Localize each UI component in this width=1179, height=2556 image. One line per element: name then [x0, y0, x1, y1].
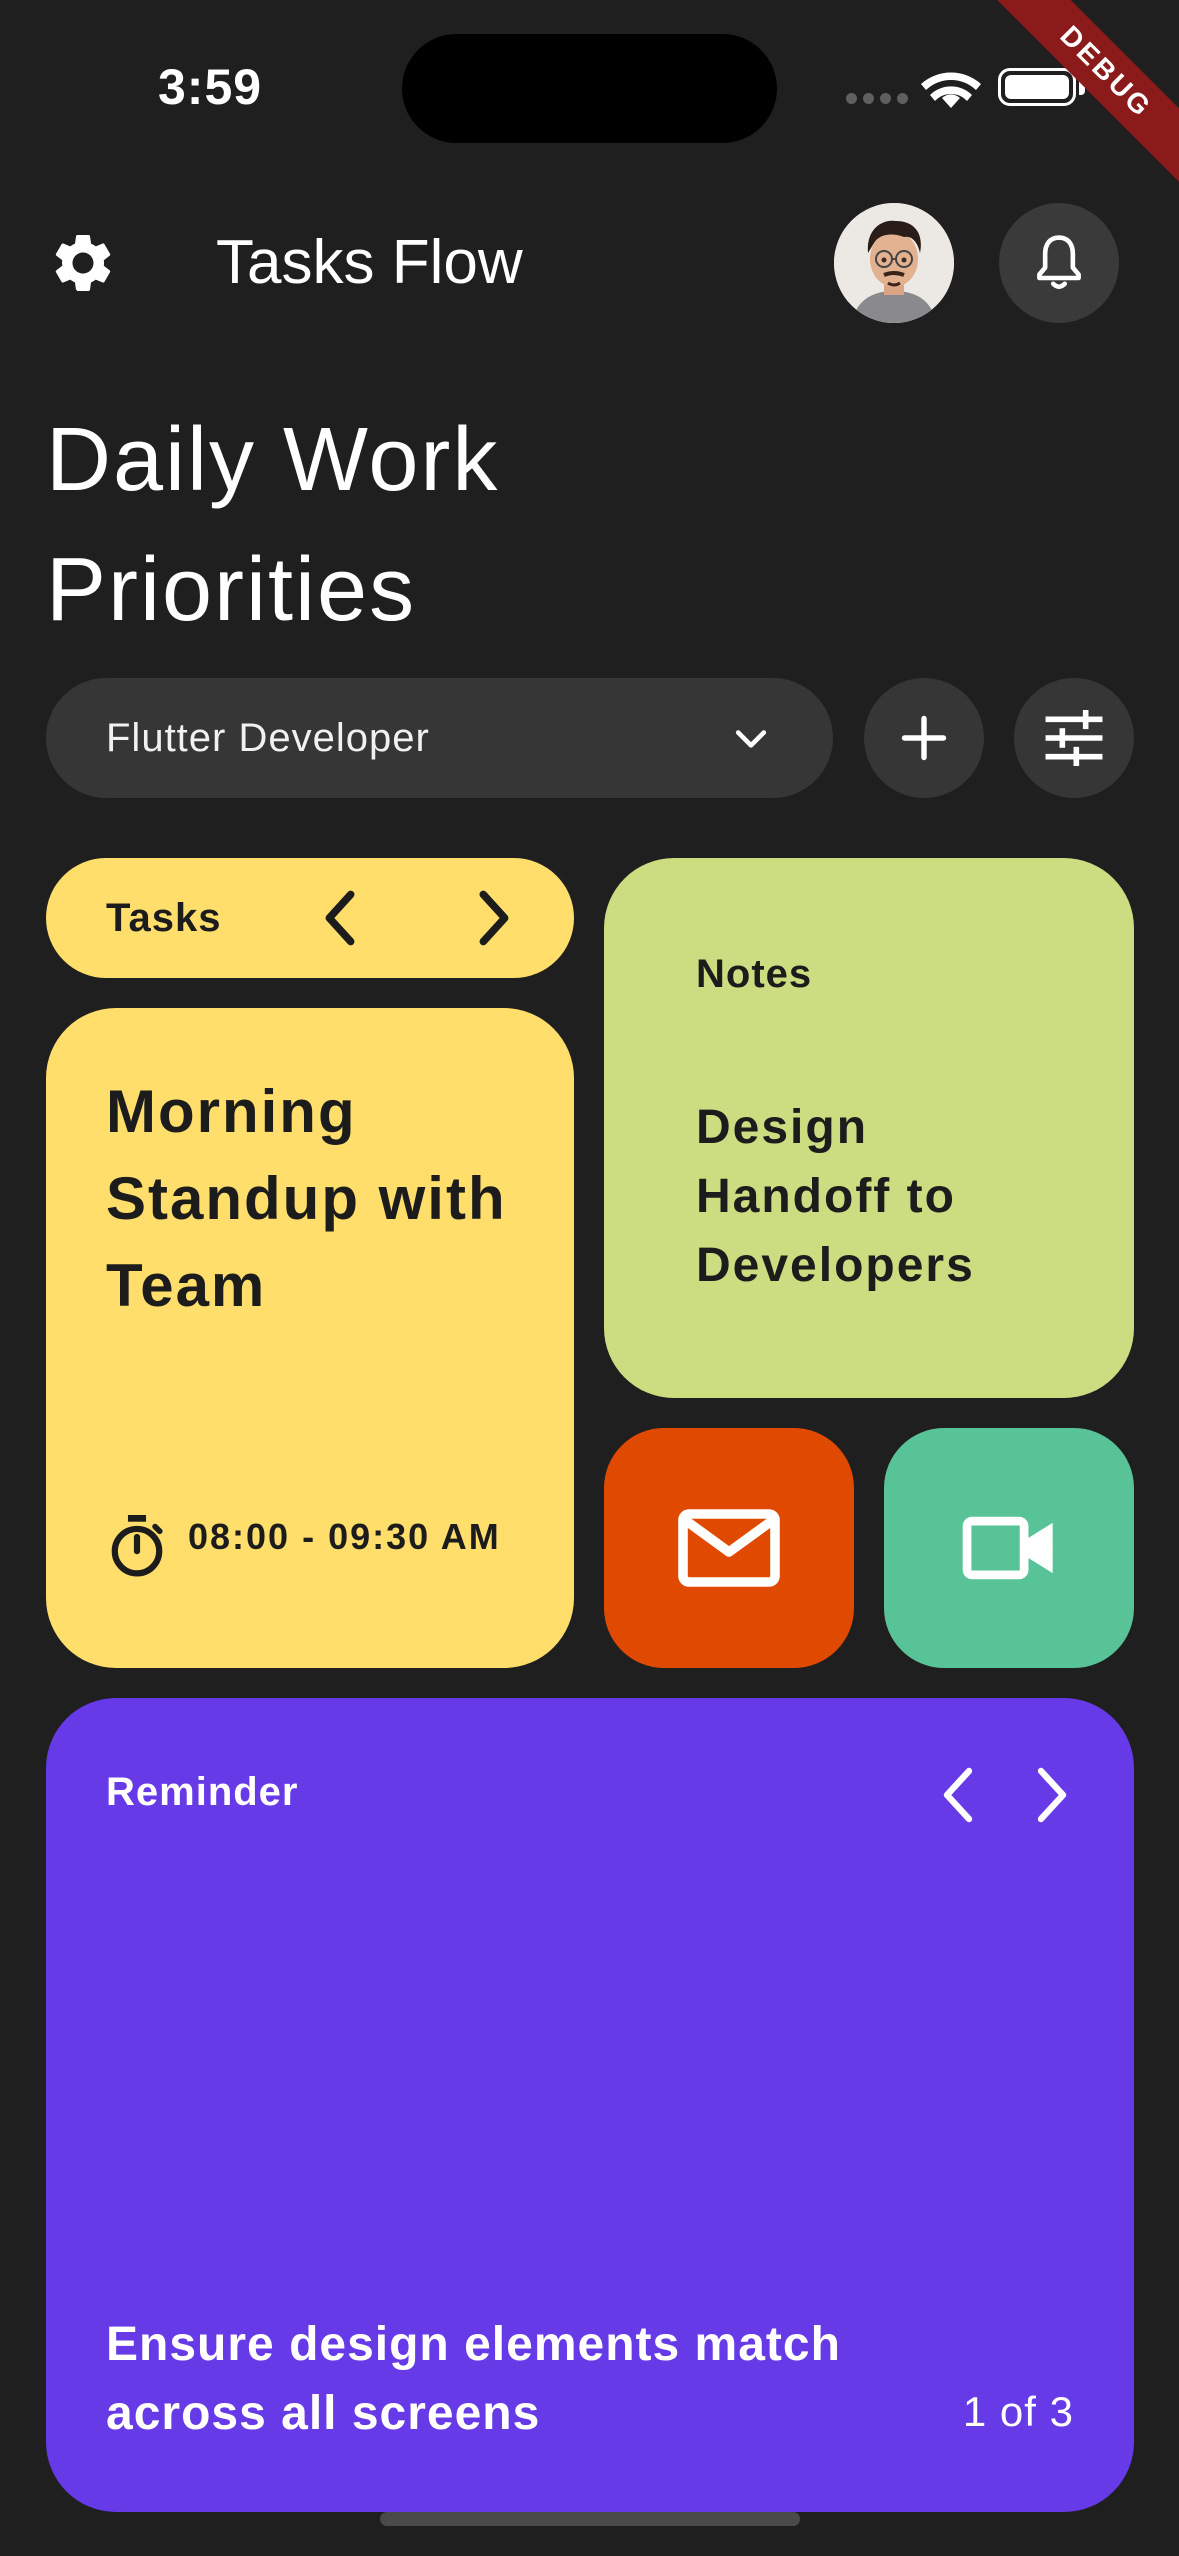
notifications-button[interactable]	[999, 203, 1119, 323]
bell-icon	[1037, 235, 1081, 289]
sliders-icon	[1045, 710, 1103, 766]
notes-label: Notes	[696, 952, 813, 996]
status-time: 3:59	[158, 59, 263, 115]
reminder-card[interactable]: Reminder Ensure design elements match ac…	[46, 1698, 1134, 2512]
chevron-left-icon	[943, 1767, 973, 1823]
cellular-signal-icon	[846, 93, 908, 104]
add-button[interactable]	[864, 678, 984, 798]
dynamic-island	[402, 34, 777, 143]
video-camera-icon	[962, 1516, 1053, 1580]
gear-icon[interactable]	[48, 228, 118, 298]
reminder-next-button[interactable]	[1016, 1760, 1086, 1830]
plus-icon	[901, 715, 947, 761]
mail-icon	[678, 1509, 780, 1587]
chevron-right-icon	[479, 890, 509, 946]
chevron-right-icon	[1037, 1767, 1067, 1823]
filter-button[interactable]	[1014, 678, 1134, 798]
tasks-next-button[interactable]	[464, 888, 524, 948]
app-title: Tasks Flow	[216, 228, 523, 297]
video-call-button[interactable]	[884, 1428, 1134, 1668]
tasks-prev-button[interactable]	[310, 888, 370, 948]
tasks-label: Tasks	[106, 895, 222, 940]
notes-title: Design Handoff to Developers	[696, 1101, 975, 1292]
task-time-row: 08:00 - 09:30 AM	[106, 1512, 508, 1580]
home-indicator[interactable]	[380, 2512, 800, 2526]
reminder-prev-button[interactable]	[924, 1760, 994, 1830]
battery-icon	[998, 68, 1076, 106]
task-card[interactable]: Morning Standup with Team 08:00 - 09:30 …	[46, 1008, 574, 1668]
notes-card[interactable]: Notes Design Handoff to Developers	[604, 858, 1134, 1398]
task-time: 08:00 - 09:30 AM	[188, 1516, 501, 1557]
reminder-label: Reminder	[106, 1770, 299, 1814]
mail-button[interactable]	[604, 1428, 854, 1668]
chevron-down-icon	[735, 730, 767, 748]
task-title: Morning Standup with Team	[106, 1078, 507, 1319]
wifi-icon	[921, 72, 981, 108]
avatar[interactable]	[834, 203, 954, 323]
role-dropdown-value: Flutter Developer	[106, 715, 430, 760]
avatar-illustration	[834, 203, 954, 323]
stopwatch-icon	[111, 1515, 163, 1577]
reminder-page-indicator: 1 of 3	[962, 2388, 1074, 2435]
role-dropdown[interactable]: Flutter Developer	[46, 678, 833, 798]
app-screen: 3:59 DEBUG Tasks Flow Daily Work Priorit…	[0, 0, 1179, 2556]
chevron-left-icon	[325, 890, 355, 946]
page-title: Daily Work Priorities	[46, 410, 500, 640]
reminder-text: Ensure design elements match across all …	[106, 2318, 841, 2440]
tasks-header: Tasks	[46, 858, 574, 978]
